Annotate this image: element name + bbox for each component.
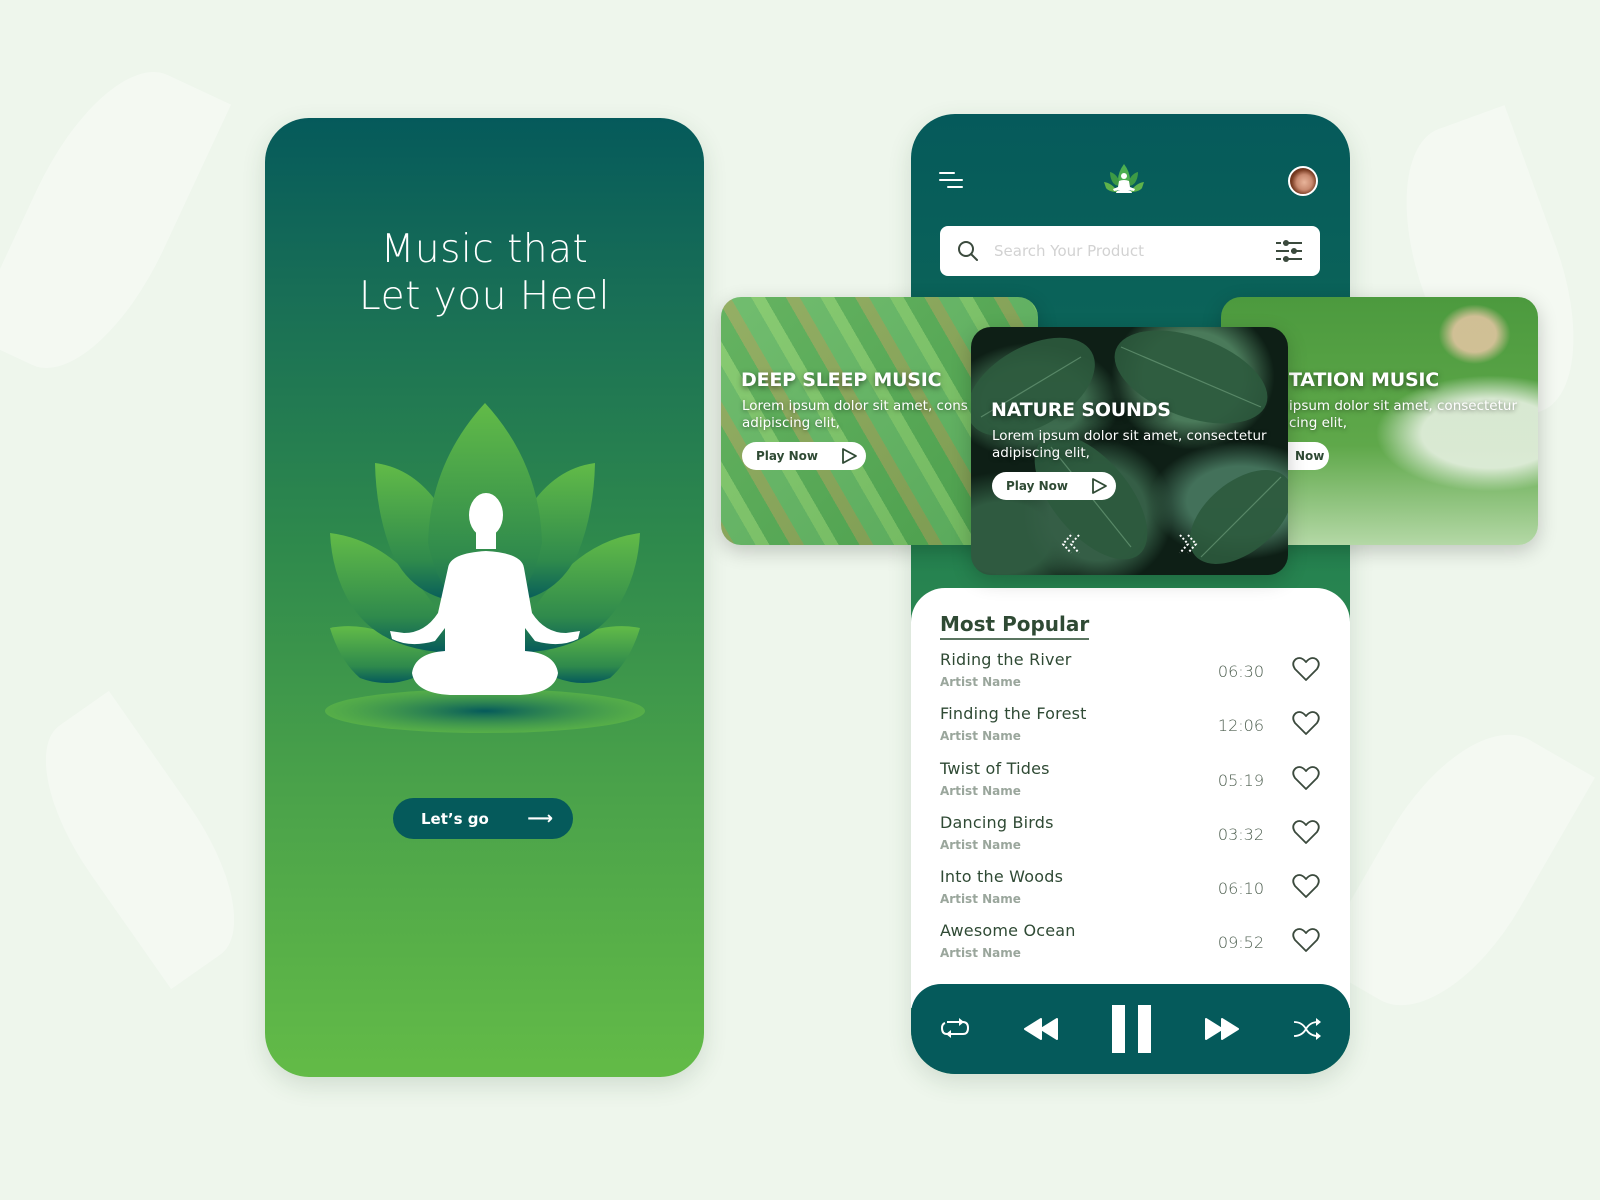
card-title: DEEP SLEEP MUSIC: [741, 369, 942, 391]
repeat-icon: [940, 1018, 970, 1038]
track-title: Finding the Forest: [940, 704, 1087, 723]
heart-icon[interactable]: [1292, 819, 1320, 845]
lets-go-label: Let’s go: [421, 809, 489, 828]
track-row[interactable]: Into the Woods Artist Name 06:10: [940, 867, 1320, 917]
play-icon: [842, 448, 857, 464]
heart-icon[interactable]: [1292, 710, 1320, 736]
heart-icon[interactable]: [1292, 765, 1320, 791]
card-description-line: ipsum dolor sit amet, consectetur: [1289, 398, 1518, 414]
track-row[interactable]: Awesome Ocean Artist Name 09:52: [940, 921, 1320, 971]
track-artist: Artist Name: [940, 675, 1021, 689]
background-leaf: [0, 45, 232, 395]
track-row[interactable]: Finding the Forest Artist Name 12:06: [940, 704, 1320, 754]
search-bar: [940, 226, 1320, 276]
card-description-line: Lorem ipsum dolor sit amet, consectetur: [992, 428, 1267, 444]
shuffle-icon: [1293, 1018, 1321, 1040]
carousel-card-nature-sounds[interactable]: NATURE SOUNDS Lorem ipsum dolor sit amet…: [971, 327, 1288, 575]
fast-forward-button[interactable]: [1204, 1017, 1239, 1041]
card-description-line: Lorem ipsum dolor sit amet, cons: [742, 398, 968, 414]
play-now-button[interactable]: Play Now: [742, 442, 866, 470]
welcome-title-line2: Let you Heel: [359, 274, 610, 319]
lotus-meditation-illustration: [325, 403, 645, 733]
chevron-double-left-icon[interactable]: [1061, 533, 1081, 555]
track-title: Into the Woods: [940, 867, 1064, 886]
user-avatar[interactable]: [1288, 166, 1318, 196]
player-controls: [911, 984, 1350, 1074]
card-description-line: cing elit,: [1289, 415, 1347, 431]
track-artist: Artist Name: [940, 892, 1021, 906]
welcome-screen: Music that Let you Heel Let’s go ⟶: [265, 118, 704, 1077]
track-row[interactable]: Riding the River Artist Name 06:30: [940, 650, 1320, 700]
pause-icon: [1111, 1005, 1151, 1053]
track-artist: Artist Name: [940, 838, 1021, 852]
arrow-right-icon: ⟶: [527, 808, 553, 829]
search-icon[interactable]: [956, 239, 980, 263]
background-leaf: [1315, 702, 1595, 1038]
rewind-button[interactable]: [1024, 1017, 1059, 1041]
background-leaf: [10, 690, 270, 990]
track-duration: 06:30: [1217, 662, 1264, 681]
track-artist: Artist Name: [940, 729, 1021, 743]
track-duration: 09:52: [1217, 933, 1264, 952]
lotus-shadow: [325, 689, 645, 733]
play-now-label: Play Now: [1006, 479, 1069, 493]
play-icon: [1092, 478, 1107, 494]
lets-go-button[interactable]: Let’s go ⟶: [393, 798, 573, 839]
welcome-title-line1: Music that: [380, 227, 589, 272]
track-row[interactable]: Twist of Tides Artist Name 05:19: [940, 759, 1320, 809]
repeat-button[interactable]: [939, 1017, 971, 1041]
welcome-title: Music that Let you Heel: [265, 226, 704, 320]
card-description: Lorem ipsum dolor sit amet, consectetur …: [992, 428, 1267, 462]
track-title: Awesome Ocean: [940, 921, 1076, 940]
shuffle-button[interactable]: [1292, 1017, 1322, 1041]
play-now-label: Play Now: [756, 449, 819, 463]
track-duration: 05:19: [1217, 771, 1264, 790]
track-artist: Artist Name: [940, 946, 1021, 960]
hamburger-menu-icon[interactable]: [939, 172, 965, 192]
card-description: Lorem ipsum dolor sit amet, cons adipisc…: [742, 398, 968, 432]
chevron-double-right-icon[interactable]: [1178, 533, 1198, 555]
play-now-button[interactable]: Play Now: [992, 472, 1116, 500]
track-title: Riding the River: [940, 650, 1072, 669]
fast-forward-icon: [1204, 1018, 1239, 1040]
heart-icon[interactable]: [1292, 656, 1320, 682]
filter-sliders-icon[interactable]: [1274, 239, 1304, 263]
track-title: Dancing Birds: [940, 813, 1054, 832]
track-duration: 03:32: [1217, 825, 1264, 844]
home-screen: Most Popular Riding the River Artist Nam…: [911, 114, 1350, 1074]
card-description: ipsum dolor sit amet, consectetur cing e…: [1289, 398, 1517, 432]
most-popular-title: Most Popular: [940, 612, 1090, 640]
track-duration: 06:10: [1217, 879, 1264, 898]
card-title: TATION MUSIC: [1289, 369, 1440, 391]
heart-icon[interactable]: [1292, 927, 1320, 953]
track-title: Twist of Tides: [940, 759, 1050, 778]
track-duration: 12:06: [1217, 716, 1264, 735]
card-title: NATURE SOUNDS: [991, 399, 1171, 421]
most-popular-section: Most Popular Riding the River Artist Nam…: [911, 588, 1350, 1008]
search-input[interactable]: [994, 242, 1274, 260]
track-row[interactable]: Dancing Birds Artist Name 03:32: [940, 813, 1320, 863]
pause-button[interactable]: [1111, 1005, 1152, 1053]
card-description-line: adipiscing elit,: [742, 415, 840, 431]
heart-icon[interactable]: [1292, 873, 1320, 899]
rewind-icon: [1024, 1018, 1059, 1040]
card-description-line: adipiscing elit,: [992, 445, 1090, 461]
lotus-meditation-logo: [1104, 164, 1144, 193]
track-artist: Artist Name: [940, 784, 1021, 798]
